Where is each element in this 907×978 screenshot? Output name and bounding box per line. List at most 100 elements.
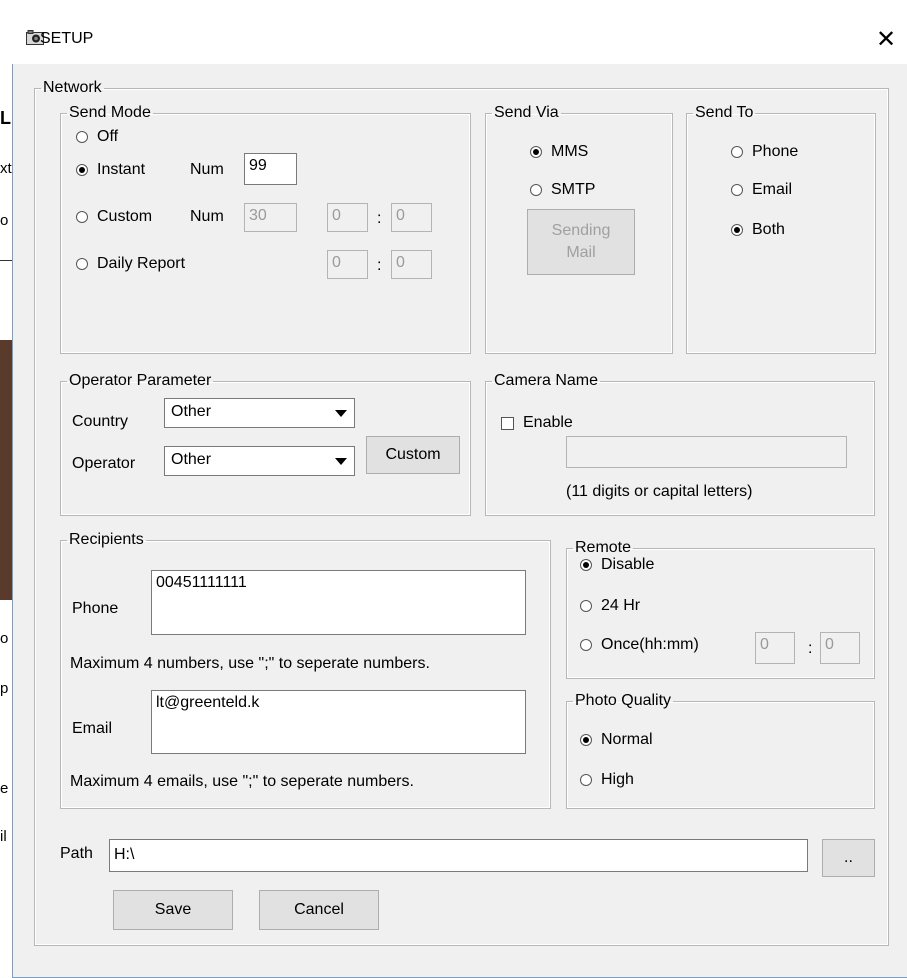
radio-label: Phone [752,143,799,160]
radio-indicator [731,224,743,236]
custom-minute-input: 0 [391,203,432,232]
camera-name-input [566,436,847,468]
checkbox-label: Enable [523,414,573,431]
country-select[interactable]: Other [164,398,355,428]
radio-indicator [76,211,88,223]
background-fragment: L [0,108,11,128]
send-via-mms-radio[interactable]: MMS [530,143,588,161]
network-legend: Network [43,79,102,96]
camera-name-hint: (11 digits or capital letters) [566,483,753,500]
phone-hint: Maximum 4 numbers, use ";" to seperate n… [70,655,430,672]
operator-select-value: Other [171,451,212,468]
chevron-down-icon [328,448,353,474]
background-divider [0,260,12,261]
operator-label: Operator [72,455,136,472]
browse-path-button[interactable]: .. [822,839,875,877]
sending-mail-line1: Sending [551,222,611,239]
radio-label: Daily Report [97,255,186,272]
daily-time-colon: : [377,257,382,274]
chevron-down-icon [328,400,353,426]
radio-indicator [580,734,592,746]
window-title: SETUP [40,30,94,47]
instant-num-label: Num [190,161,224,178]
radio-indicator [76,131,88,143]
send-to-email-radio[interactable]: Email [731,181,792,199]
operator-custom-button[interactable]: Custom [366,436,460,474]
send-mode-daily-report-radio[interactable]: Daily Report [76,255,185,273]
cancel-button[interactable]: Cancel [259,890,379,930]
operator-select[interactable]: Other [164,446,355,476]
radio-label: Custom [97,208,153,225]
once-hour-input: 0 [755,632,795,664]
remote-disable-radio[interactable]: Disable [580,556,654,574]
photo-quality-legend: Photo Quality [575,692,672,709]
once-minute-input: 0 [820,632,860,664]
send-to-phone-radio[interactable]: Phone [731,143,798,161]
email-hint: Maximum 4 emails, use ";" to seperate nu… [70,773,414,790]
camera-name-enable-checkbox[interactable]: Enable [501,414,573,432]
send-mode-custom-radio[interactable]: Custom [76,208,152,226]
radio-indicator [530,184,542,196]
radio-indicator [580,559,592,571]
country-label: Country [72,413,129,430]
path-input[interactable]: H:\ [109,839,808,872]
background-fragment: o [0,212,9,229]
photo-quality-normal-radio[interactable]: Normal [580,731,653,749]
sending-mail-button: Sending Mail [527,209,635,275]
custom-num-label: Num [190,208,224,225]
title-bar [12,0,907,64]
phone-label: Phone [72,600,119,617]
radio-indicator [76,258,88,270]
daily-minute-input: 0 [391,250,432,279]
remote-once-radio[interactable]: Once(hh:mm) [580,636,699,654]
background-fragment: xt [0,160,12,177]
radio-indicator [731,184,743,196]
radio-label: 24 Hr [601,597,641,614]
recipients-legend: Recipients [69,531,144,548]
radio-indicator [530,146,542,158]
path-label: Path [60,845,93,862]
photo-quality-group: Photo Quality [566,693,875,809]
remote-legend: Remote [575,539,632,556]
radio-label: Normal [601,731,653,748]
radio-label: MMS [551,143,589,160]
send-mode-instant-radio[interactable]: Instant [76,161,145,179]
send-to-legend: Send To [695,104,754,121]
custom-num-input: 30 [244,203,297,232]
send-to-both-radio[interactable]: Both [731,221,785,239]
photo-quality-high-radio[interactable]: High [580,771,634,789]
camera-name-legend: Camera Name [494,372,599,389]
radio-label: High [601,771,634,788]
phone-textarea[interactable]: 00451111111 [151,570,526,635]
instant-num-input[interactable]: 99 [244,153,297,185]
radio-label: Email [752,181,793,198]
send-mode-legend: Send Mode [69,104,151,121]
send-via-smtp-radio[interactable]: SMTP [530,181,595,199]
radio-label: Both [752,221,785,238]
radio-indicator [580,639,592,651]
save-button[interactable]: Save [113,890,233,930]
sending-mail-line2: Mail [566,244,596,261]
radio-label: Instant [97,161,146,178]
radio-indicator [76,164,88,176]
background-app-strip: L xt o o p e il [0,0,12,978]
country-select-value: Other [171,403,212,420]
radio-label: Disable [601,556,655,573]
radio-label: Off [97,128,119,145]
custom-hour-input: 0 [327,203,368,232]
email-textarea[interactable]: lt@greenteld.k [151,690,526,754]
custom-time-colon: : [377,210,382,227]
checkbox-indicator [501,416,514,430]
close-button[interactable]: ✕ [866,20,906,60]
daily-hour-input: 0 [327,250,368,279]
send-mode-off-radio[interactable]: Off [76,128,118,146]
radio-label: Once(hh:mm) [601,636,699,653]
background-fragment: o [0,630,9,647]
email-label: Email [72,720,113,737]
background-fragment: il [0,828,7,845]
radio-indicator [580,774,592,786]
remote-24hr-radio[interactable]: 24 Hr [580,597,640,615]
radio-indicator [580,600,592,612]
background-fragment: e [0,780,9,797]
radio-indicator [731,146,743,158]
